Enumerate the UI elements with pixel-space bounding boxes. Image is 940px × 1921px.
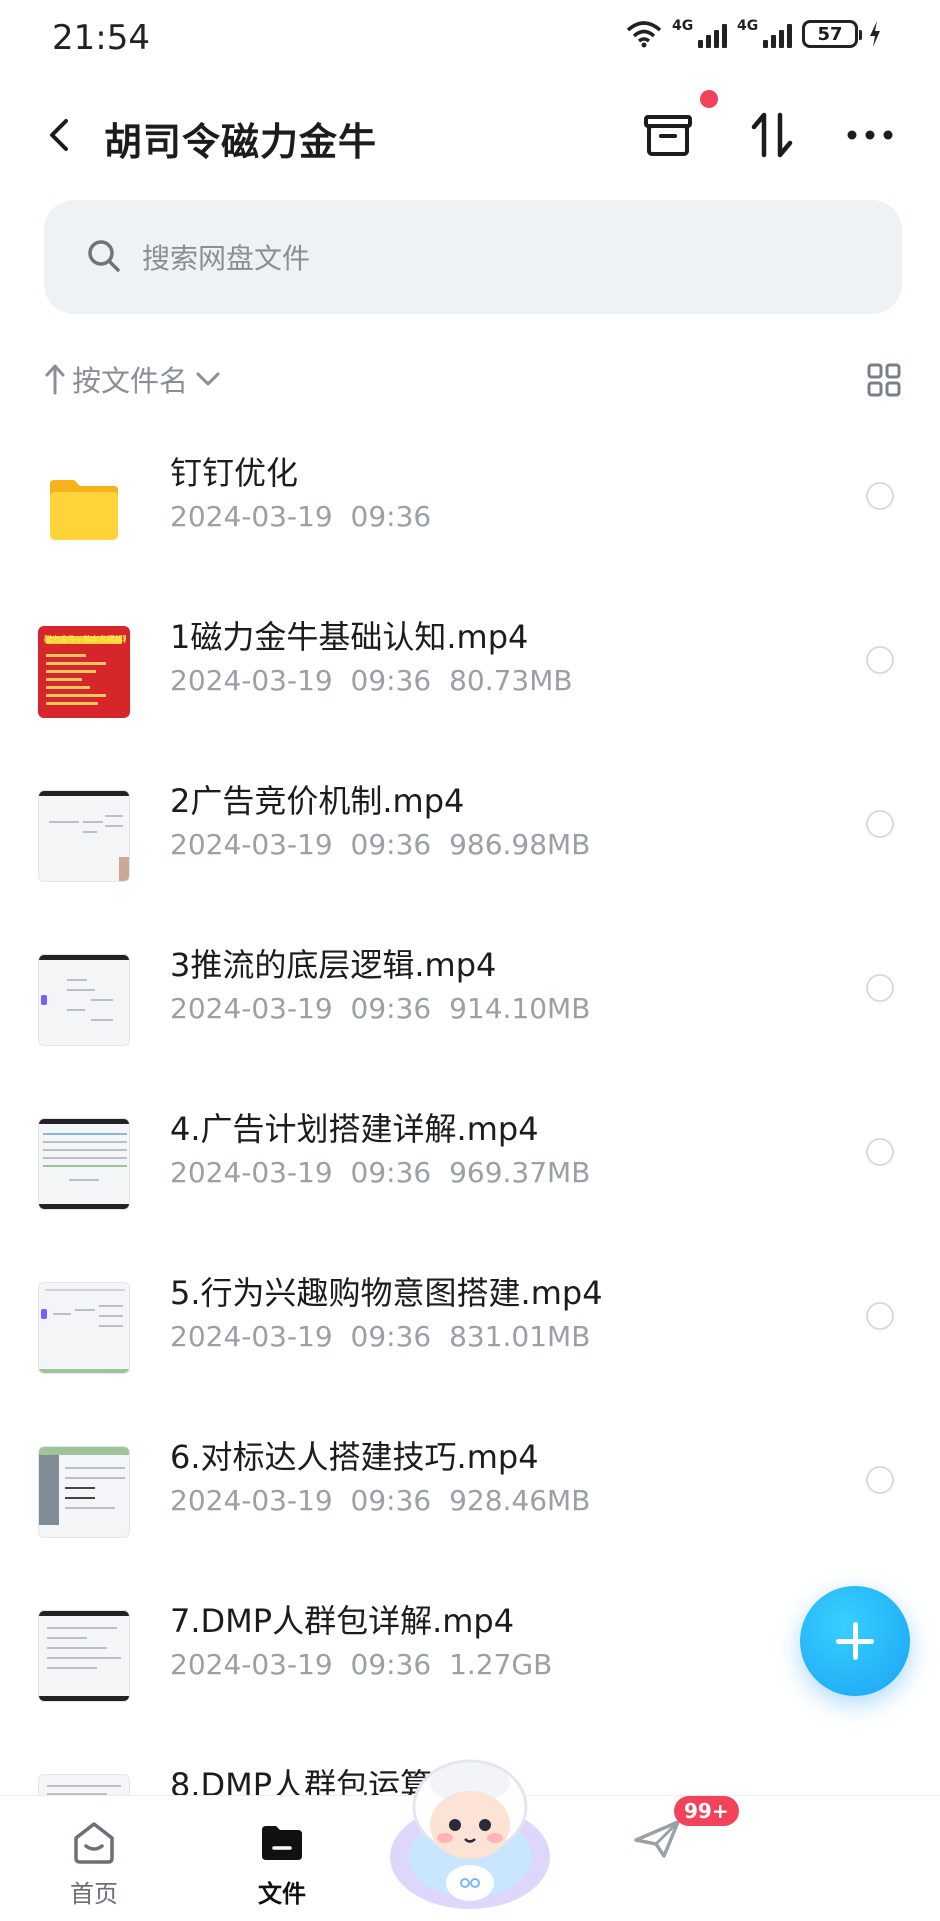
video-thumbnail: 磁力金牛+基本名词解释 xyxy=(38,626,130,718)
list-item[interactable]: 6.对标达人搭建技巧.mp4 2024-03-19 09:36 928.46MB xyxy=(0,1424,940,1588)
file-time: 09:36 xyxy=(350,1156,432,1189)
file-date: 2024-03-19 xyxy=(170,1648,333,1681)
charging-icon xyxy=(870,21,880,47)
file-time: 09:36 xyxy=(350,828,432,861)
add-button[interactable] xyxy=(800,1586,910,1696)
file-meta: 2024-03-19 09:36 986.98MB xyxy=(170,828,590,861)
file-size: 928.46MB xyxy=(449,1484,591,1517)
file-meta: 2024-03-19 09:36 1.27GB xyxy=(170,1648,552,1681)
file-meta: 2024-03-19 09:36 831.01MB xyxy=(170,1320,590,1353)
file-name: 钉钉优化 xyxy=(170,454,299,492)
status-bar: 21:54 4G 4G 57 xyxy=(0,0,940,80)
file-size: 914.10MB xyxy=(449,992,591,1025)
sort-row: 按文件名 xyxy=(44,358,902,408)
signal-icon-1: 4G xyxy=(672,18,727,48)
file-date: 2024-03-19 xyxy=(170,992,333,1025)
file-meta: 2024-03-19 09:36 xyxy=(170,500,431,533)
video-thumbnail xyxy=(38,1610,130,1702)
chevron-down-icon xyxy=(196,372,220,386)
archive-box-icon[interactable] xyxy=(640,107,696,163)
folder-tab-icon xyxy=(262,1826,302,1860)
list-item[interactable]: 7.DMP人群包详解.mp4 2024-03-19 09:36 1.27GB xyxy=(0,1588,940,1752)
file-name: 5.行为兴趣购物意图搭建.mp4 xyxy=(170,1274,603,1312)
file-date: 2024-03-19 xyxy=(170,828,333,861)
select-radio[interactable] xyxy=(866,482,894,510)
battery-level: 57 xyxy=(817,23,843,45)
file-date: 2024-03-19 xyxy=(170,1320,333,1353)
file-meta: 2024-03-19 09:36 80.73MB xyxy=(170,664,573,697)
file-meta: 2024-03-19 09:36 914.10MB xyxy=(170,992,590,1025)
signal-icon-2: 4G xyxy=(737,18,792,48)
list-item[interactable]: 5.行为兴趣购物意图搭建.mp4 2024-03-19 09:36 831.01… xyxy=(0,1260,940,1424)
select-radio[interactable] xyxy=(866,646,894,674)
select-radio[interactable] xyxy=(866,1466,894,1494)
file-time: 09:36 xyxy=(350,1484,432,1517)
back-icon[interactable] xyxy=(40,113,80,157)
network-label-2: 4G xyxy=(737,18,759,34)
file-meta: 2024-03-19 09:36 928.46MB xyxy=(170,1484,590,1517)
more-icon[interactable] xyxy=(842,107,898,163)
file-name: 2广告竞价机制.mp4 xyxy=(170,782,465,820)
file-date: 2024-03-19 xyxy=(170,1156,333,1189)
file-name: 1磁力金牛基础认知.mp4 xyxy=(170,618,529,656)
mascot-avatar[interactable] xyxy=(385,1745,555,1915)
transfer-icon[interactable] xyxy=(744,107,800,163)
home-icon xyxy=(74,1822,114,1864)
file-name: 3推流的底层逻辑.mp4 xyxy=(170,946,497,984)
file-time: 09:36 xyxy=(350,1648,432,1681)
file-size: 986.98MB xyxy=(449,828,591,861)
sort-up-arrow-icon xyxy=(45,364,65,395)
video-thumbnail xyxy=(38,954,130,1046)
file-time: 09:36 xyxy=(350,1320,432,1353)
select-radio[interactable] xyxy=(866,974,894,1002)
nav-home[interactable]: 首页 xyxy=(24,1796,164,1921)
notification-dot xyxy=(700,90,718,108)
file-date: 2024-03-19 xyxy=(170,664,333,697)
file-size: 80.73MB xyxy=(449,664,573,697)
notification-badge: 99+ xyxy=(674,1796,739,1826)
select-radio[interactable] xyxy=(866,810,894,838)
header-bar: 胡司令磁力金牛 xyxy=(0,95,940,175)
sort-label: 按文件名 xyxy=(72,364,189,398)
video-thumbnail xyxy=(38,1446,130,1538)
page-title: 胡司令磁力金牛 xyxy=(104,120,378,164)
nav-home-label: 首页 xyxy=(70,1880,118,1908)
list-item[interactable]: 3推流的底层逻辑.mp4 2024-03-19 09:36 914.10MB xyxy=(0,932,940,1096)
file-time: 09:36 xyxy=(350,500,432,533)
list-item[interactable]: 钉钉优化 2024-03-19 09:36 xyxy=(0,440,940,604)
file-date: 2024-03-19 xyxy=(170,500,333,533)
file-size: 1.27GB xyxy=(449,1648,553,1681)
search-input[interactable] xyxy=(140,230,844,286)
file-meta: 2024-03-19 09:36 969.37MB xyxy=(170,1156,590,1189)
file-size: 969.37MB xyxy=(449,1156,591,1189)
video-thumbnail xyxy=(38,790,130,882)
file-name: 4.广告计划搭建详解.mp4 xyxy=(170,1110,539,1148)
list-item[interactable]: 2广告竞价机制.mp4 2024-03-19 09:36 986.98MB xyxy=(0,768,940,932)
status-time: 21:54 xyxy=(52,18,150,58)
nav-files-label: 文件 xyxy=(258,1880,306,1908)
video-thumbnail xyxy=(38,1118,130,1210)
sort-button[interactable]: 按文件名 xyxy=(44,358,222,400)
battery-icon: 57 xyxy=(802,20,862,48)
search-bar[interactable] xyxy=(44,200,902,314)
wifi-icon xyxy=(626,21,662,48)
network-label-1: 4G xyxy=(672,18,694,34)
folder-icon xyxy=(38,462,130,554)
list-item[interactable]: 磁力金牛+基本名词解释 1磁力金牛基础认知.mp4 2024-03-19 09:… xyxy=(0,604,940,768)
file-name: 7.DMP人群包详解.mp4 xyxy=(170,1602,515,1640)
file-name: 6.对标达人搭建技巧.mp4 xyxy=(170,1438,539,1476)
grid-view-icon[interactable] xyxy=(866,362,902,398)
file-time: 09:36 xyxy=(350,992,432,1025)
thumbnail-title: 磁力金牛+基本名词解释 xyxy=(44,635,126,644)
file-time: 09:36 xyxy=(350,664,432,697)
list-item[interactable]: 4.广告计划搭建详解.mp4 2024-03-19 09:36 969.37MB xyxy=(0,1096,940,1260)
status-icons: 4G 4G 57 xyxy=(626,18,882,48)
file-date: 2024-03-19 xyxy=(170,1484,333,1517)
nav-files[interactable]: 文件 xyxy=(212,1796,352,1921)
select-radio[interactable] xyxy=(866,1138,894,1166)
file-size: 831.01MB xyxy=(449,1320,591,1353)
select-radio[interactable] xyxy=(866,1302,894,1330)
video-thumbnail xyxy=(38,1282,130,1374)
search-icon xyxy=(88,240,120,272)
